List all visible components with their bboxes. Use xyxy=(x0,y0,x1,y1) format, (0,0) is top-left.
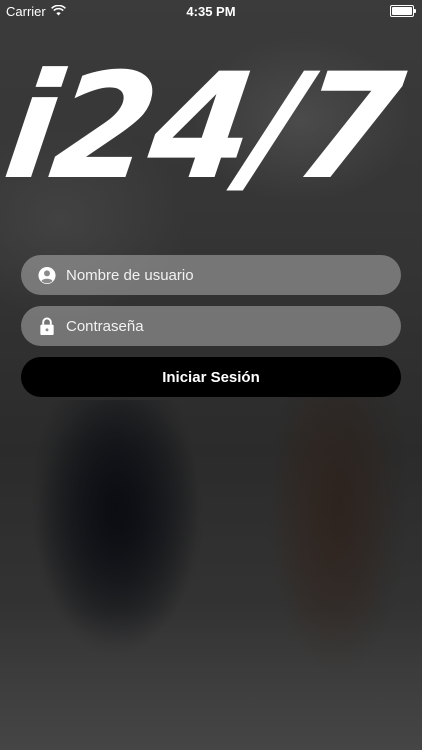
username-input[interactable] xyxy=(66,266,401,284)
app-logo: i24/7 xyxy=(0,42,409,212)
login-button[interactable]: Iniciar Sesión xyxy=(21,357,401,397)
user-circle-icon xyxy=(38,266,56,284)
password-field[interactable] xyxy=(21,306,401,346)
lock-icon xyxy=(38,316,56,335)
battery-icon xyxy=(390,5,416,17)
status-bar: Carrier 4:35 PM xyxy=(0,0,422,22)
password-input[interactable] xyxy=(66,317,401,335)
username-field[interactable] xyxy=(21,255,401,295)
background-floor xyxy=(0,610,422,750)
status-time: 4:35 PM xyxy=(186,4,236,19)
